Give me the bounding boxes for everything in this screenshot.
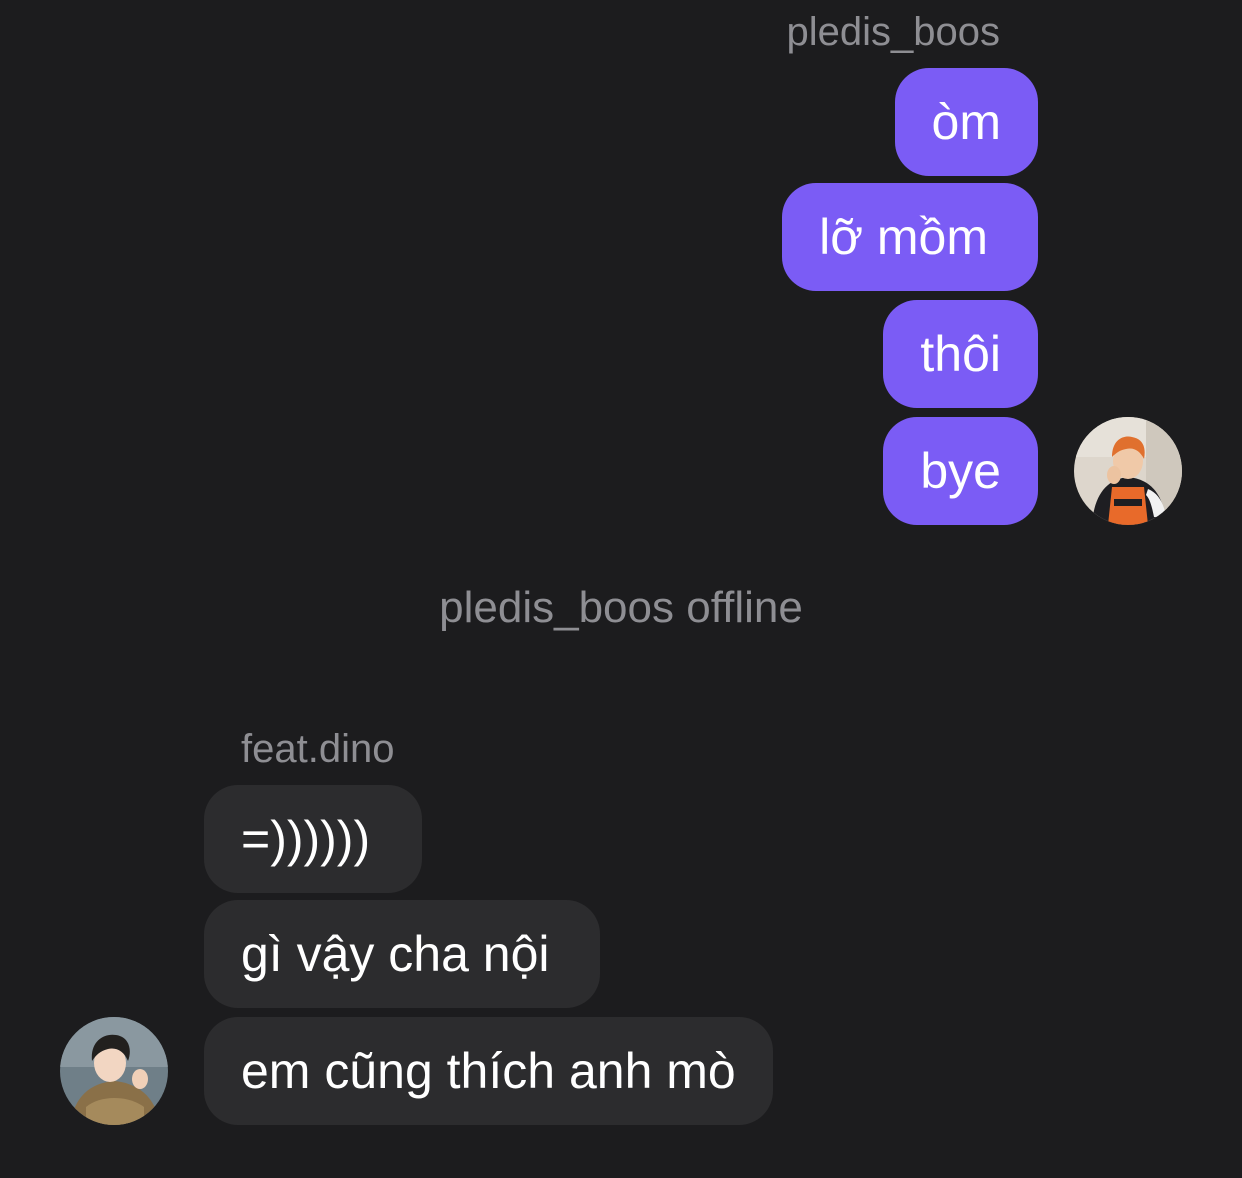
message-bubble-outgoing[interactable]: thôi (883, 300, 1038, 408)
message-bubble-incoming[interactable]: =)))))) (204, 785, 423, 893)
message-bubble-outgoing[interactable]: lỡ mồm (782, 183, 1038, 291)
avatar[interactable] (1074, 417, 1182, 525)
offline-status: pledis_boos offline (439, 583, 803, 632)
sender-name-outgoing: pledis_boos (786, 10, 1001, 54)
avatar-photo-icon (60, 1017, 168, 1125)
message-bubble-outgoing[interactable]: òm (894, 68, 1038, 176)
avatar[interactable] (60, 1017, 168, 1125)
avatar-photo-icon (1074, 417, 1182, 525)
sender-name-incoming: feat.dino (241, 727, 395, 771)
chat-thread: pledis_boos òm lỡ mồm thôi bye pledis_bo… (0, 0, 1242, 1178)
message-bubble-incoming[interactable]: em cũng thích anh mò (204, 1017, 773, 1125)
message-bubble-outgoing[interactable]: bye (883, 417, 1038, 525)
message-bubble-incoming[interactable]: gì vậy cha nội (204, 900, 600, 1008)
